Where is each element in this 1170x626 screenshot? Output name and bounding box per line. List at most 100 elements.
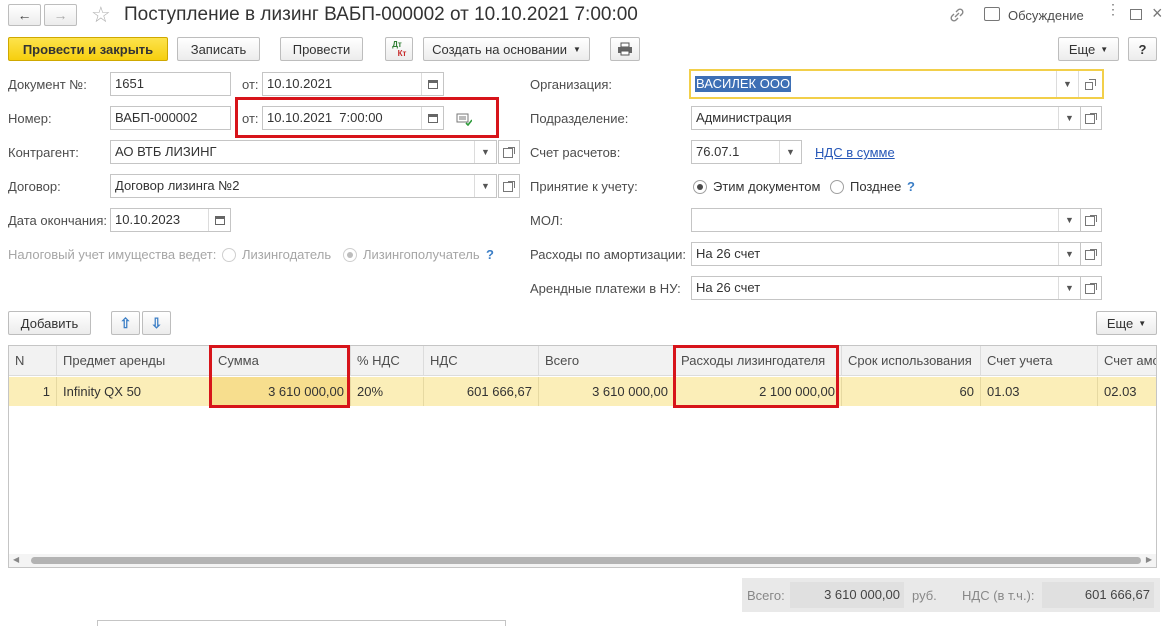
amortization-field[interactable]: На 26 счет ▼: [691, 242, 1081, 266]
dropdown-arrow-icon: ▼: [572, 44, 581, 54]
contract-open-button[interactable]: [498, 174, 520, 198]
column-header-lessor-expenses[interactable]: Расходы лизингодателя: [675, 346, 842, 376]
discussion-button[interactable]: Обсуждение: [1008, 8, 1084, 24]
rent-payments-field[interactable]: На 26 счет ▼: [691, 276, 1081, 300]
column-header-usage-term[interactable]: Срок использования: [842, 346, 981, 376]
comment-field[interactable]: [97, 620, 506, 626]
doc-date-field[interactable]: 10.10.2021: [262, 72, 444, 96]
vat-in-amount-link[interactable]: НДС в сумме: [815, 145, 895, 160]
add-row-button[interactable]: Добавить: [8, 311, 91, 335]
print-button[interactable]: [610, 37, 640, 61]
help-button[interactable]: ?: [1128, 37, 1157, 61]
column-header-sum[interactable]: Сумма: [212, 346, 351, 376]
table-more-button[interactable]: Еще ▼: [1096, 311, 1157, 335]
acceptance-help-icon[interactable]: ?: [907, 179, 915, 194]
horizontal-scrollbar[interactable]: ◀ ▶: [9, 554, 1156, 567]
organization-field[interactable]: ВАСИЛЕК ООО ▼: [689, 69, 1104, 99]
counterparty-open-button[interactable]: [498, 140, 520, 164]
acceptance-this-doc-radio[interactable]: [693, 180, 707, 194]
more-button[interactable]: Еще ▼: [1058, 37, 1119, 61]
organization-open-icon[interactable]: [1078, 71, 1102, 97]
post-button[interactable]: Провести: [280, 37, 363, 61]
arrow-right-icon: →: [53, 7, 68, 23]
table-cell-subject[interactable]: Infinity QX 50: [57, 377, 212, 406]
scroll-right-icon[interactable]: ▶: [1146, 555, 1152, 564]
calendar-button[interactable]: [208, 209, 230, 231]
scrollbar-thumb[interactable]: [31, 557, 1141, 564]
total-label: Всего:: [747, 588, 785, 603]
link-icon[interactable]: [948, 6, 966, 24]
leasing-items-table[interactable]: N Предмет аренды Сумма % НДС НДС Всего Р…: [8, 345, 1157, 568]
counterparty-field[interactable]: АО ВТБ ЛИЗИНГ ▼: [110, 140, 497, 164]
table-cell-vat-rate[interactable]: 20%: [351, 377, 424, 406]
scroll-left-icon[interactable]: ◀: [13, 555, 19, 564]
mol-dropdown-button[interactable]: ▼: [1058, 209, 1080, 231]
end-date-field[interactable]: 10.10.2023: [110, 208, 231, 232]
rent-payments-label: Арендные платежи в НУ:: [530, 281, 681, 296]
window-title: Поступление в лизинг ВАБП-000002 от 10.1…: [124, 4, 638, 25]
counterparty-dropdown-button[interactable]: ▼: [474, 141, 496, 163]
tax-lessee-radio[interactable]: [343, 248, 357, 262]
table-cell-total[interactable]: 3 610 000,00: [539, 377, 675, 406]
column-header-subject[interactable]: Предмет аренды: [57, 346, 212, 376]
column-header-vat[interactable]: НДС: [424, 346, 539, 376]
dropdown-arrow-icon: ▼: [1138, 318, 1147, 328]
post-and-close-button[interactable]: Провести и закрыть: [8, 37, 168, 61]
calendar-button[interactable]: [421, 73, 443, 95]
contract-label: Договор:: [8, 179, 61, 194]
arrow-left-icon: ←: [17, 7, 32, 23]
table-cell-n[interactable]: 1: [9, 377, 57, 406]
create-based-on-button[interactable]: Создать на основании ▼: [423, 37, 590, 61]
amortization-open-button[interactable]: [1080, 242, 1102, 266]
dt-kt-button[interactable]: Дт Кт: [385, 37, 413, 61]
account-dropdown-button[interactable]: ▼: [779, 141, 801, 163]
table-cell-amort-account[interactable]: 02.03: [1098, 377, 1156, 406]
department-open-button[interactable]: [1080, 106, 1102, 130]
printer-icon: [618, 42, 632, 56]
number-edit-icon[interactable]: [456, 112, 473, 127]
back-button[interactable]: ←: [8, 4, 41, 26]
rent-dropdown-button[interactable]: ▼: [1058, 277, 1080, 299]
tax-lessor-radio[interactable]: [222, 248, 236, 262]
end-date-label: Дата окончания:: [8, 213, 107, 228]
column-header-vat-rate[interactable]: % НДС: [351, 346, 424, 376]
acceptance-later-radio[interactable]: [830, 180, 844, 194]
organization-dropdown-button[interactable]: ▼: [1056, 71, 1078, 97]
mol-field[interactable]: ▼: [691, 208, 1081, 232]
table-cell-account[interactable]: 01.03: [981, 377, 1098, 406]
move-up-button[interactable]: ⇧: [111, 311, 140, 335]
table-cell-usage-term[interactable]: 60: [842, 377, 981, 406]
amortization-dropdown-button[interactable]: ▼: [1058, 243, 1080, 265]
contract-field[interactable]: Договор лизинга №2 ▼: [110, 174, 497, 198]
column-header-account[interactable]: Счет учета: [981, 346, 1098, 376]
department-field[interactable]: Администрация ▼: [691, 106, 1081, 130]
close-icon[interactable]: ×: [1152, 3, 1163, 24]
column-header-n[interactable]: N: [9, 346, 57, 376]
save-button[interactable]: Записать: [177, 37, 260, 61]
restore-icon[interactable]: [1130, 9, 1142, 20]
mol-open-button[interactable]: [1080, 208, 1102, 232]
department-dropdown-button[interactable]: ▼: [1058, 107, 1080, 129]
more-vertical-icon[interactable]: ⋮: [1106, 2, 1120, 16]
favorite-star-icon[interactable]: ☆: [91, 2, 111, 28]
table-cell-sum[interactable]: 3 610 000,00: [212, 377, 351, 406]
number-date-field[interactable]: 10.10.2021 7:00:00: [262, 106, 444, 130]
table-cell-lessor-expenses[interactable]: 2 100 000,00: [675, 377, 842, 406]
doc-number-field[interactable]: 1651: [110, 72, 231, 96]
tax-help-icon[interactable]: ?: [486, 247, 494, 262]
table-cell-vat[interactable]: 601 666,67: [424, 377, 539, 406]
discussion-icon[interactable]: [984, 7, 1000, 21]
forward-button[interactable]: →: [44, 4, 77, 26]
calendar-icon: [427, 113, 438, 123]
doc-date-from-label: от:: [242, 77, 259, 92]
settlement-account-field[interactable]: 76.07.1 ▼: [691, 140, 802, 164]
column-header-amort-account[interactable]: Счет амо: [1098, 346, 1156, 376]
column-header-total[interactable]: Всего: [539, 346, 675, 376]
calendar-button[interactable]: [421, 107, 443, 129]
move-down-button[interactable]: ⇩: [142, 311, 171, 335]
contract-dropdown-button[interactable]: ▼: [474, 175, 496, 197]
rent-open-button[interactable]: [1080, 276, 1102, 300]
number-field[interactable]: ВАБП-000002: [110, 106, 231, 130]
settlement-account-label: Счет расчетов:: [530, 145, 621, 160]
number-date-from-label: от:: [242, 111, 259, 126]
